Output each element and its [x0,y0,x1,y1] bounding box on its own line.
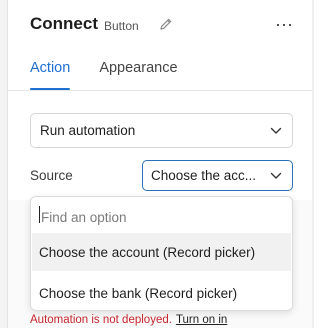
action-select[interactable]: Run automation [30,113,293,148]
tab-action[interactable]: Action [30,60,71,90]
right-edge [312,0,314,328]
pencil-icon[interactable] [158,16,174,32]
tab-bar: Action Appearance [30,60,207,90]
element-title: Connect [30,14,98,33]
source-select[interactable]: Choose the acc... [142,160,293,191]
dropdown-option[interactable]: Choose the bank (Record picker) [32,274,291,312]
more-options-button[interactable]: ··· [272,12,296,36]
chevron-down-icon [270,172,282,179]
source-dropdown-menu: Choose the account (Record picker) Choos… [30,196,293,311]
find-option-input[interactable] [39,206,283,228]
tab-divider [8,90,312,91]
dropdown-option[interactable]: Choose the account (Record picker) [32,233,291,271]
status-message: Automation is not deployed. [30,314,172,326]
turn-on-link[interactable]: Turn on in [176,314,227,326]
element-type-label: Button [104,18,139,33]
action-select-value: Run automation [40,123,136,138]
source-label: Source [30,168,73,183]
source-select-value: Choose the acc... [151,168,257,183]
deployment-status: Automation is not deployed. Turn on in [30,314,227,326]
more-horizontal-icon: ··· [275,13,293,34]
tab-appearance[interactable]: Appearance [99,60,177,90]
left-rail [0,0,8,328]
element-header: Connect Button ··· [30,12,294,36]
chevron-down-icon [270,127,282,134]
text-cursor [39,206,40,223]
